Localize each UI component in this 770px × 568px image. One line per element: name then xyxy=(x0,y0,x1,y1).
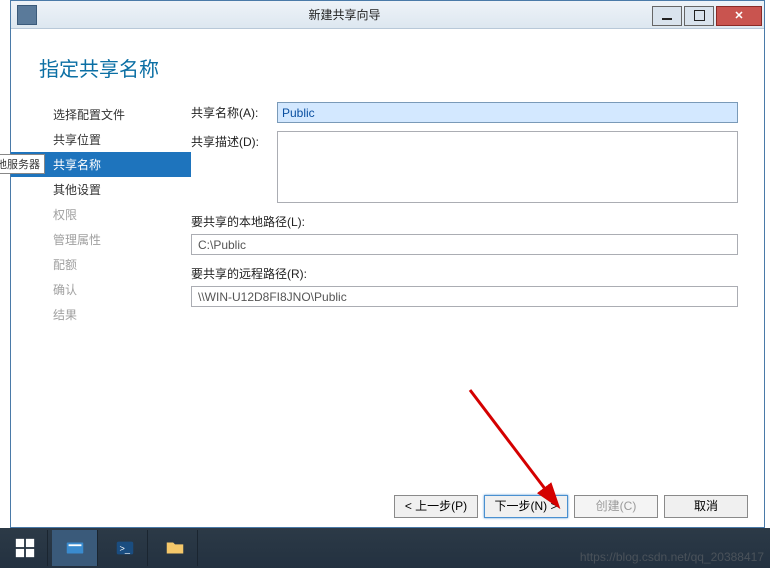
sidebar-item-result: 结果 xyxy=(11,302,191,327)
wizard-window: 新建共享向导 指定共享名称 选择配置文件 共享位置 共享名称 其他设置 权限 管… xyxy=(10,0,765,528)
window-title: 新建共享向导 xyxy=(37,6,652,23)
sidebar-item-location[interactable]: 共享位置 xyxy=(11,127,191,152)
titlebar: 新建共享向导 xyxy=(11,1,764,29)
sidebar-item-mgmt: 管理属性 xyxy=(11,227,191,252)
cancel-button[interactable]: 取消 xyxy=(664,495,748,518)
app-icon xyxy=(17,5,37,25)
share-desc-label: 共享描述(D): xyxy=(191,131,277,150)
next-button[interactable]: 下一步(N) > xyxy=(484,495,568,518)
share-desc-row: 共享描述(D): xyxy=(191,131,738,203)
svg-text:>_: >_ xyxy=(119,544,130,554)
previous-button[interactable]: < 上一步(P) xyxy=(394,495,478,518)
form-area: 共享名称(A): 共享描述(D): 要共享的本地路径(L): 要共享的远程路径(… xyxy=(191,102,764,477)
window-controls xyxy=(652,4,764,26)
local-path-input xyxy=(191,234,738,255)
start-button[interactable] xyxy=(2,530,48,566)
share-name-input[interactable] xyxy=(277,102,738,123)
sidebar-item-quota: 配额 xyxy=(11,252,191,277)
remote-path-label: 要共享的远程路径(R): xyxy=(191,265,738,282)
share-desc-input[interactable] xyxy=(277,131,738,203)
taskbar-server-manager-icon[interactable] xyxy=(52,530,98,566)
local-path-label: 要共享的本地路径(L): xyxy=(191,213,738,230)
remote-path-input xyxy=(191,286,738,307)
sidebar-item-profile[interactable]: 选择配置文件 xyxy=(11,102,191,127)
create-button: 创建(C) xyxy=(574,495,658,518)
watermark: https://blog.csdn.net/qq_20388417 xyxy=(580,550,764,564)
taskbar-explorer-icon[interactable] xyxy=(152,530,198,566)
button-row: < 上一步(P) 下一步(N) > 创建(C) 取消 xyxy=(11,487,764,527)
page-title: 指定共享名称 xyxy=(11,29,764,102)
wizard-body: 选择配置文件 共享位置 共享名称 其他设置 权限 管理属性 配额 确认 结果 共… xyxy=(11,102,764,487)
minimize-button[interactable] xyxy=(652,6,682,26)
share-name-row: 共享名称(A): xyxy=(191,102,738,123)
sidebar-item-other[interactable]: 其他设置 xyxy=(11,177,191,202)
maximize-button[interactable] xyxy=(684,6,714,26)
share-name-label: 共享名称(A): xyxy=(191,102,277,121)
taskbar-powershell-icon[interactable]: >_ xyxy=(102,530,148,566)
close-button[interactable] xyxy=(716,6,762,26)
sidebar-item-permissions: 权限 xyxy=(11,202,191,227)
sidebar-item-confirm: 确认 xyxy=(11,277,191,302)
tooltip-tag: 地服务器 xyxy=(0,154,45,174)
